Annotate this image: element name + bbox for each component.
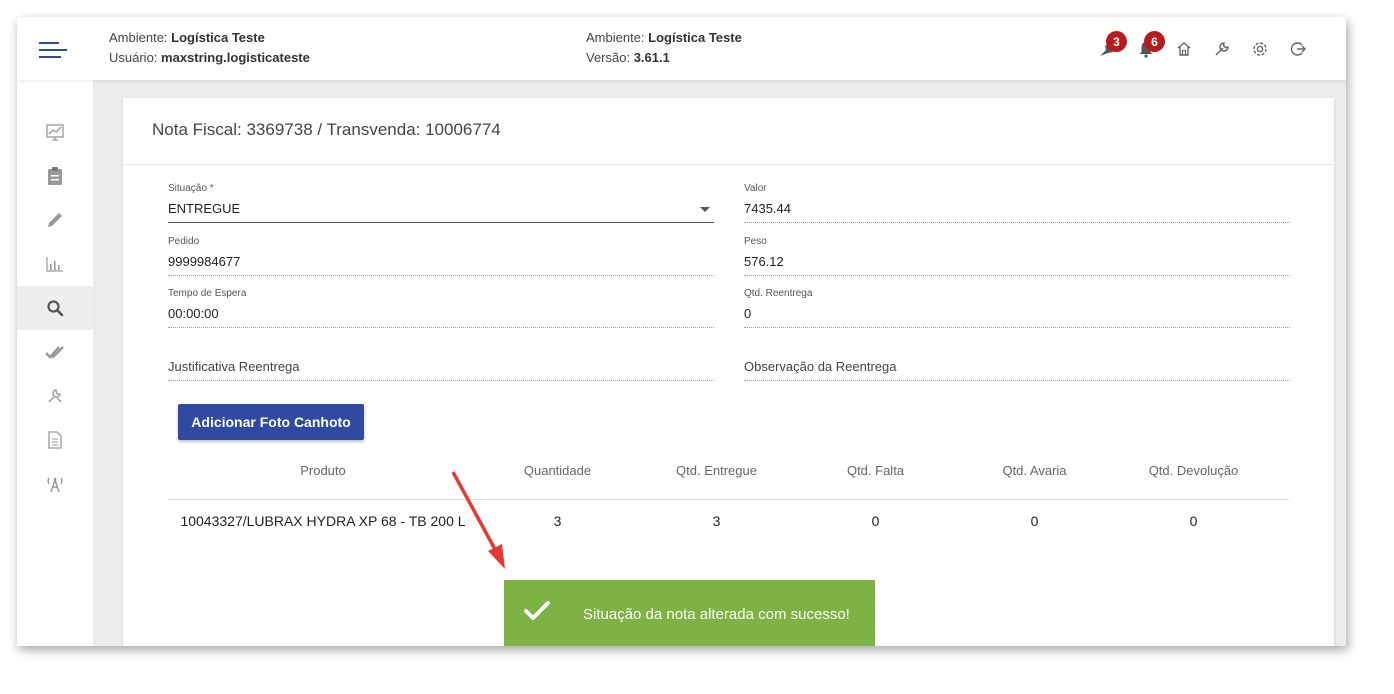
- col-header-quantidade[interactable]: Quantidade: [478, 463, 637, 478]
- cell-quantidade: 3: [553, 513, 562, 529]
- top-bar: Ambiente: Logística Teste Usuário: maxst…: [17, 17, 1346, 80]
- header-version: Versão: 3.61.1: [586, 50, 670, 65]
- products-table-header: Produto Quantidade Qtd. Entregue Qtd. Fa…: [168, 453, 1289, 500]
- field-underline: [168, 380, 714, 381]
- pedido-field[interactable]: Pedido 9999984677: [168, 236, 714, 276]
- field-underline: [168, 222, 714, 223]
- qtd-reentrega-value[interactable]: 0: [744, 306, 1290, 322]
- version-value: 3.61.1: [633, 50, 670, 65]
- col-header-qtd-entregue[interactable]: Qtd. Entregue: [637, 463, 796, 478]
- document-icon: [48, 431, 62, 449]
- tempo-espera-value[interactable]: 00:00:00: [168, 306, 714, 322]
- header-info-center: Ambiente: Logística Teste Versão: 3.61.1: [586, 28, 742, 68]
- tempo-espera-label: Tempo de Espera: [168, 288, 247, 299]
- field-underline: [744, 380, 1290, 381]
- sidebar-item-edit[interactable]: [17, 198, 93, 242]
- chart-board-icon: [46, 124, 64, 141]
- header-user: Usuário: maxstring.logisticateste: [109, 50, 310, 65]
- justificativa-label: Justificativa Reentrega: [168, 359, 300, 374]
- peso-field[interactable]: Peso 576.12: [744, 236, 1290, 276]
- col-header-qtd-avaria[interactable]: Qtd. Avaria: [955, 463, 1114, 478]
- toast-message: Situação da nota alterada com sucesso!: [583, 606, 850, 623]
- menu-line: [39, 56, 61, 58]
- clipboard-icon: [48, 167, 62, 185]
- divider: [123, 164, 1334, 165]
- sidebar-item-tracking[interactable]: [17, 462, 93, 506]
- field-underline: [168, 327, 714, 328]
- user-value: maxstring.logisticateste: [161, 50, 310, 65]
- col-header-qtd-devolucao[interactable]: Qtd. Devolução: [1114, 463, 1273, 478]
- cell-qtd-falta: 0: [871, 513, 880, 529]
- pencil-icon: [48, 213, 62, 227]
- menu-line: [39, 49, 67, 51]
- bird-icon[interactable]: 3: [1096, 31, 1127, 61]
- home-icon[interactable]: [1172, 37, 1196, 61]
- antenna-icon: [47, 477, 63, 493]
- success-toast[interactable]: Situação da nota alterada com sucesso!: [504, 580, 875, 646]
- add-photo-button[interactable]: Adicionar Foto Canhoto: [178, 404, 364, 440]
- sidebar-item-approvals[interactable]: [17, 330, 93, 374]
- check-icon: [524, 601, 550, 620]
- bell-icon[interactable]: 6: [1134, 31, 1165, 61]
- gear-icon[interactable]: [1248, 37, 1272, 61]
- sidebar-item-search[interactable]: [17, 286, 93, 330]
- qtd-reentrega-field[interactable]: Qtd. Reentrega 0: [744, 288, 1290, 328]
- cell-qtd-entregue: 3: [712, 513, 721, 529]
- double-check-icon: [45, 346, 64, 359]
- notification-badge: 3: [1106, 31, 1127, 52]
- bar-chart-icon: [46, 257, 63, 272]
- logout-icon[interactable]: [1286, 37, 1310, 61]
- peso-value[interactable]: 576.12: [744, 254, 1290, 270]
- qtd-reentrega-label: Qtd. Reentrega: [744, 288, 813, 299]
- notification-badge: 6: [1144, 31, 1165, 52]
- field-underline: [744, 327, 1290, 328]
- valor-value[interactable]: 7435.44: [744, 201, 1290, 217]
- pedido-label: Pedido: [168, 236, 200, 247]
- page-title: Nota Fiscal: 3369738 / Transvenda: 10006…: [152, 120, 501, 139]
- cell-qtd-avaria: 0: [1030, 513, 1039, 529]
- menu-line: [39, 42, 59, 44]
- field-underline: [744, 222, 1290, 223]
- situacao-label: Situação *: [168, 183, 214, 194]
- pedido-value[interactable]: 9999984677: [168, 254, 714, 270]
- sidebar-item-tools[interactable]: [17, 374, 93, 418]
- environment-value-center: Logística Teste: [648, 30, 742, 45]
- sidebar-item-clipboard[interactable]: [17, 154, 93, 198]
- valor-field[interactable]: Valor 7435.44: [744, 183, 1290, 223]
- sidebar-item-documents[interactable]: [17, 418, 93, 462]
- environment-value: Logística Teste: [171, 30, 265, 45]
- tools-icon: [48, 389, 62, 403]
- header-actions: 3 6: [1082, 31, 1310, 63]
- cell-produto: 10043327/LUBRAX HYDRA XP 68 - TB 200 L: [180, 513, 466, 529]
- field-underline: [744, 275, 1290, 276]
- observacao-field[interactable]: Observação da Reentrega: [744, 341, 1290, 381]
- tempo-espera-field[interactable]: Tempo de Espera 00:00:00: [168, 288, 714, 328]
- sidebar-item-dashboard[interactable]: [17, 110, 93, 154]
- cell-qtd-devolucao: 0: [1189, 513, 1198, 529]
- invoice-card: Nota Fiscal: 3369738 / Transvenda: 10006…: [123, 98, 1334, 646]
- header-environment: Ambiente: Logística Teste: [109, 30, 265, 45]
- field-underline: [168, 275, 714, 276]
- col-header-produto[interactable]: Produto: [168, 463, 478, 478]
- search-icon: [47, 300, 64, 317]
- table-row[interactable]: 10043327/LUBRAX HYDRA XP 68 - TB 200 L 3…: [168, 500, 1289, 546]
- observacao-label: Observação da Reentrega: [744, 359, 897, 374]
- header-environment-center: Ambiente: Logística Teste: [586, 30, 742, 45]
- wrench-icon[interactable]: [1210, 37, 1234, 61]
- app-window: Ambiente: Logística Teste Usuário: maxst…: [17, 17, 1346, 646]
- chevron-down-icon[interactable]: [700, 207, 710, 212]
- menu-toggle-button[interactable]: [39, 39, 69, 61]
- peso-label: Peso: [744, 236, 767, 247]
- sidebar-item-reports[interactable]: [17, 242, 93, 286]
- col-header-qtd-falta[interactable]: Qtd. Falta: [796, 463, 955, 478]
- situacao-value[interactable]: ENTREGUE: [168, 201, 714, 217]
- sidebar: [17, 80, 93, 646]
- situacao-select[interactable]: Situação * ENTREGUE: [168, 183, 714, 223]
- justificativa-field[interactable]: Justificativa Reentrega: [168, 341, 714, 381]
- valor-label: Valor: [744, 183, 767, 194]
- header-info-left: Ambiente: Logística Teste Usuário: maxst…: [109, 28, 310, 68]
